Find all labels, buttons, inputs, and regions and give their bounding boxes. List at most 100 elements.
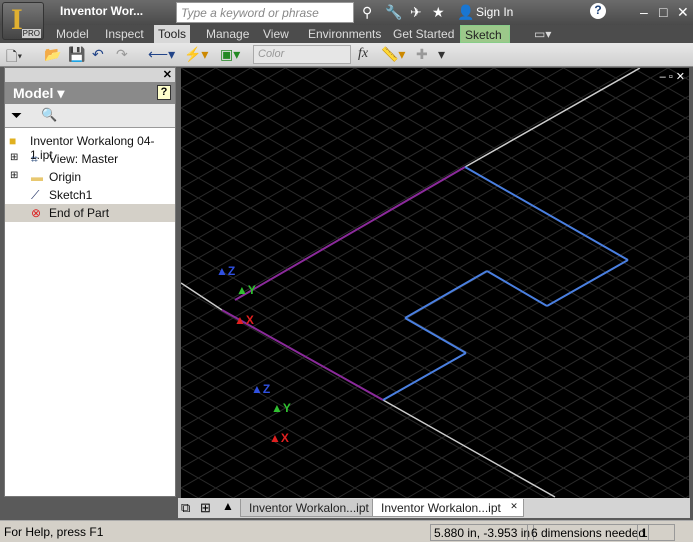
application-menu-button[interactable]: I PRO <box>2 2 44 40</box>
doc-tab[interactable]: Inventor Workalon...ipt <box>240 499 378 517</box>
tab-sketch[interactable]: Sketch <box>460 25 510 43</box>
tree-item-part[interactable]: ■ Inventor Workalong 04-1.ipt <box>5 132 175 162</box>
maximize-icon[interactable]: □ <box>659 4 667 20</box>
axis-triad-label: ▲X <box>234 313 254 327</box>
ribbon-tabs: Model Inspect Tools Manage View Environm… <box>0 25 693 43</box>
count: 1 <box>637 524 675 541</box>
tab-get-started[interactable]: Get Started <box>389 25 458 43</box>
grid-line <box>181 187 689 481</box>
axis-triad-label: ▲Z <box>216 264 235 278</box>
save-icon[interactable]: 💾 <box>68 46 85 63</box>
grid-line <box>545 415 689 498</box>
customize-icon[interactable]: ▾ <box>438 46 445 63</box>
grid-line <box>181 195 689 489</box>
cascade-icon[interactable]: ⧉ <box>181 500 190 516</box>
tab-view[interactable]: View <box>259 25 293 43</box>
tab-manage[interactable]: Manage <box>202 25 253 43</box>
browser-header[interactable]: Model ▾? <box>5 82 175 104</box>
tree-item-view[interactable]: ⊞ ⌗ View: Master <box>5 150 175 168</box>
tree-item-origin[interactable]: ⊞ ▬ Origin <box>5 168 175 186</box>
tab-environments[interactable]: Environments <box>304 25 385 43</box>
help-text: For Help, press F1 <box>4 525 104 539</box>
close-icon[interactable]: ✕ <box>677 4 689 21</box>
key-icon[interactable]: 🔧 <box>385 4 402 21</box>
ribbon-options-icon[interactable]: ▭▾ <box>530 25 555 43</box>
fx-parameters-icon[interactable]: fx <box>358 46 368 62</box>
graphics-viewport[interactable]: ▲Z ▲Y ▲X ▲Z ▲Y ▲X – ▫ ✕ <box>181 68 689 498</box>
grid-line <box>181 347 443 498</box>
doc-tab-active[interactable]: Inventor Workalon...ipt ✕ <box>372 499 524 517</box>
return-icon[interactable]: ⟵▾ <box>148 46 175 63</box>
satellite-icon[interactable]: ✈ <box>410 4 422 21</box>
tile-icon[interactable]: ⊞ <box>200 500 211 516</box>
help-icon[interactable]: ? <box>157 85 171 100</box>
grid-line <box>215 68 689 341</box>
update-icon[interactable]: ⚡▾ <box>184 46 208 63</box>
view-icon: ⌗ <box>31 152 38 166</box>
expand-icon[interactable]: ⊞ <box>10 152 18 163</box>
grid-line <box>181 207 686 498</box>
axis-triad-label: ▲Y <box>236 283 256 297</box>
minimize-icon[interactable]: – <box>640 4 648 20</box>
tab-model[interactable]: Model <box>52 25 93 43</box>
undo-icon[interactable]: ↶ <box>92 46 104 63</box>
tree-item-end-of-part[interactable]: ⊗ End of Part <box>5 204 175 222</box>
star-icon[interactable]: ★ <box>432 4 445 21</box>
sketch-line <box>382 352 467 401</box>
user-icon: 👤 <box>457 4 475 20</box>
tab-inspect[interactable]: Inspect <box>101 25 148 43</box>
expand-icon[interactable]: ⊞ <box>10 170 18 181</box>
find-icon[interactable]: 🔍 <box>41 107 57 123</box>
sketch-line <box>546 259 629 307</box>
axis-triad-label: ▲X <box>269 431 289 445</box>
redo-icon[interactable]: ↷ <box>116 46 128 63</box>
color-dropdown[interactable]: Color <box>253 45 351 64</box>
search-input[interactable]: Type a keyword or phrase <box>176 2 354 23</box>
grid-line <box>354 68 689 261</box>
grid-line <box>406 335 689 498</box>
viewport-window-controls[interactable]: – ▫ ✕ <box>660 70 685 83</box>
grid-line <box>181 75 689 369</box>
panel-grip[interactable]: ✕ <box>5 68 175 82</box>
add-icon[interactable]: ✚ <box>416 46 428 63</box>
close-tab-icon[interactable]: ✕ <box>510 501 518 512</box>
open-icon[interactable]: 📂 <box>44 46 61 63</box>
window-title: Inventor Wor... <box>60 4 144 18</box>
sketch-line <box>404 270 488 319</box>
sketch-icon: ⟋ <box>31 188 40 202</box>
sketch-line <box>464 166 629 261</box>
grid-line <box>285 68 689 301</box>
grid-line <box>181 68 689 361</box>
grid-line <box>181 115 689 409</box>
dimensions-needed: 6 dimensions needed <box>527 524 650 541</box>
grid-line <box>232 235 689 498</box>
sign-in-link[interactable]: Sign In <box>476 5 513 19</box>
measure-icon[interactable]: 📏▾ <box>381 46 405 63</box>
grid-line <box>181 407 338 498</box>
select-icon[interactable]: ▣▾ <box>220 46 240 63</box>
filter-icon[interactable]: ⏷ <box>11 107 22 124</box>
binoculars-icon[interactable]: ⚲ <box>362 4 372 21</box>
grid-line <box>181 227 651 498</box>
axis-line <box>181 282 223 311</box>
projected-line <box>234 166 466 301</box>
part-icon: ■ <box>9 134 17 148</box>
axis-line <box>464 68 641 168</box>
tab-tools[interactable]: Tools <box>154 25 191 43</box>
grid-line <box>511 395 689 498</box>
grid-line <box>476 375 689 498</box>
grid-line <box>181 487 199 498</box>
grid-line <box>181 367 408 498</box>
arrow-up-icon[interactable]: ▲ <box>222 499 234 513</box>
grid-line <box>181 107 689 401</box>
help-icon[interactable]: ? <box>590 3 606 19</box>
grid-line <box>181 167 689 461</box>
tree-item-sketch1[interactable]: ⟋ Sketch1 <box>5 186 175 204</box>
grid-line <box>650 475 689 498</box>
sketch-canvas[interactable]: ▲Z▲Y▲X▲Z▲Y▲X <box>181 68 689 498</box>
close-panel-icon[interactable]: ✕ <box>163 68 172 81</box>
coordinates: 5.880 in, -3.953 in <box>430 524 535 541</box>
end-of-part-icon: ⊗ <box>31 206 42 220</box>
grid-line <box>181 175 689 469</box>
status-bar: For Help, press F1 5.880 in, -3.953 in 6… <box>0 520 693 542</box>
